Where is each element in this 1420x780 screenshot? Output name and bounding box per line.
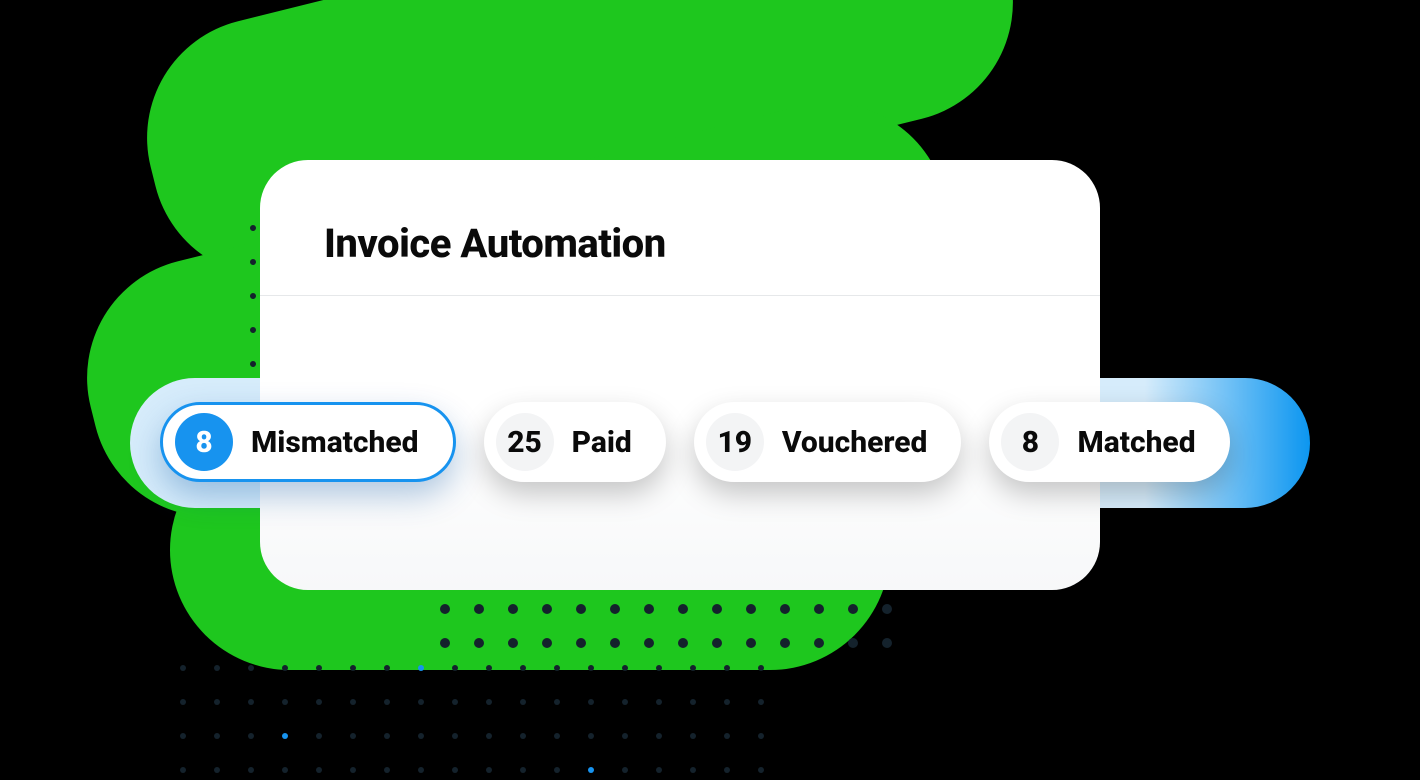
filter-label: Mismatched [251,425,419,460]
filter-chip-row: 8 Mismatched 25 Paid 19 Vouchered 8 Matc… [160,402,1230,482]
card-header: Invoice Automation [260,160,1100,296]
filter-chip-paid[interactable]: 25 Paid [484,402,666,482]
filter-count: 25 [496,413,554,471]
filter-chip-mismatched[interactable]: 8 Mismatched [160,402,456,482]
filter-count: 19 [706,413,764,471]
filter-chip-matched[interactable]: 8 Matched [989,402,1229,482]
filter-count: 8 [1001,413,1059,471]
filter-label: Paid [572,425,632,460]
filter-chip-vouchered[interactable]: 19 Vouchered [694,402,962,482]
filter-label: Vouchered [782,425,928,460]
filter-label: Matched [1077,425,1195,460]
filter-count: 8 [175,413,233,471]
card-title: Invoice Automation [324,220,1036,267]
invoice-automation-card: Invoice Automation [260,160,1100,590]
